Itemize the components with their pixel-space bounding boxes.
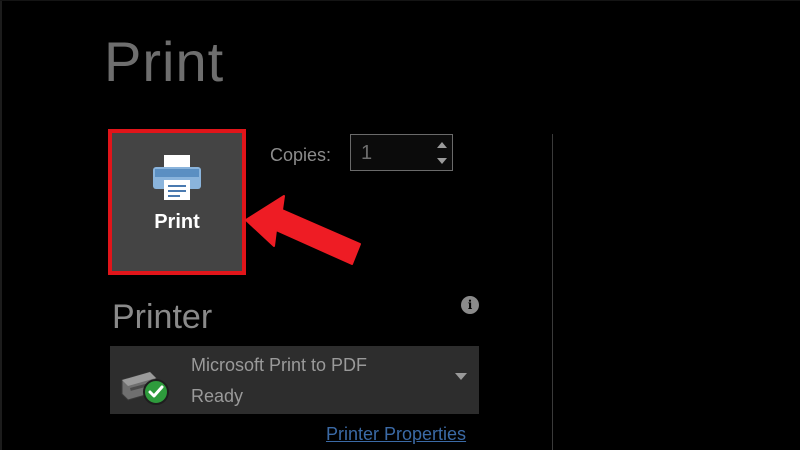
chevron-down-icon — [455, 373, 467, 380]
copies-stepper[interactable]: 1 — [350, 134, 453, 171]
info-icon[interactable]: i — [461, 296, 479, 314]
printer-section-heading: Printer — [112, 298, 213, 336]
printer-properties-link[interactable]: Printer Properties — [326, 424, 466, 445]
copies-increment-button[interactable] — [434, 136, 450, 152]
preview-divider — [552, 134, 553, 450]
top-edge-line — [0, 0, 800, 1]
printer-name: Microsoft Print to PDF — [191, 355, 368, 375]
red-arrow-annotation — [245, 195, 361, 265]
printer-ready-icon — [121, 371, 169, 405]
chevron-up-icon — [437, 141, 447, 148]
copies-label: Copies: — [270, 145, 332, 165]
printer-status: Ready — [191, 386, 244, 406]
copies-decrement-button[interactable] — [434, 153, 450, 169]
copies-value[interactable]: 1 — [361, 142, 372, 165]
page-title: Print — [104, 30, 225, 93]
printer-select-dropdown[interactable]: Microsoft Print to PDF Ready — [110, 346, 479, 414]
left-edge-line — [0, 0, 2, 450]
chevron-down-icon — [437, 157, 447, 164]
print-button-highlight — [108, 129, 246, 275]
